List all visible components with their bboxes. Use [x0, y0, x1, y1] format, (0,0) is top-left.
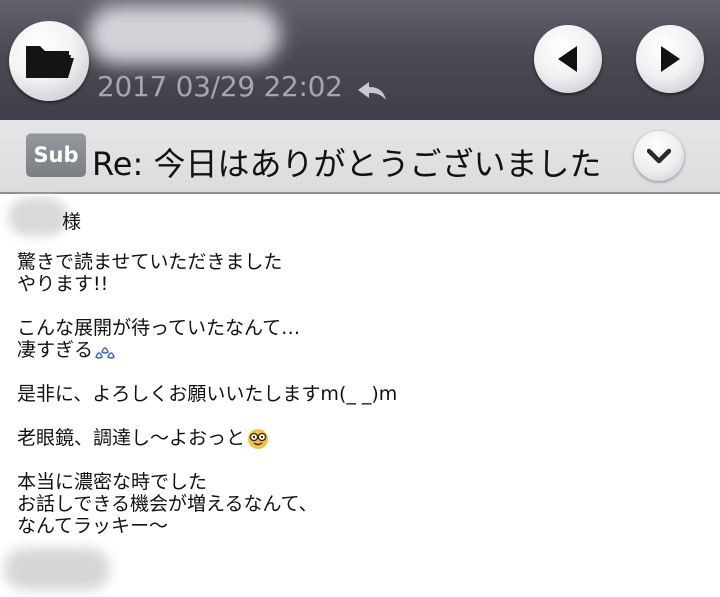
- message-header: 2017 03/29 22:02: [0, 0, 720, 120]
- next-message-button[interactable]: [636, 25, 704, 93]
- recipient-name-blurred: [8, 198, 68, 236]
- message-datetime: 2017 03/29 22:02: [97, 70, 343, 103]
- subject-badge: Sub: [26, 133, 86, 177]
- folder-button[interactable]: [9, 21, 89, 101]
- message-line: 本当に濃密な時でした: [17, 471, 208, 493]
- signature-blurred: [4, 548, 110, 590]
- previous-message-button[interactable]: [534, 25, 602, 93]
- glasses-face-icon: [248, 428, 269, 449]
- chevron-down-icon: [647, 148, 671, 164]
- message-line: 凄すぎる: [17, 339, 94, 361]
- sender-name-blurred: [88, 6, 280, 64]
- message-line: 老眼鏡、調達し〜よおっと: [17, 427, 246, 449]
- message-line-with-emoji: 老眼鏡、調達し〜よおっと: [17, 427, 397, 449]
- message-body: 驚きで読ませていただきました やります!! こんな展開が待っていたなんて… 凄す…: [17, 251, 397, 537]
- expand-subject-button[interactable]: [634, 131, 684, 181]
- message-line: 是非に、よろしくお願いいたしますm(_ _)m: [17, 383, 398, 405]
- folder-icon: [26, 46, 74, 78]
- reply-arrow-icon: [358, 82, 386, 100]
- message-line: こんな展開が待っていたなんて…: [17, 317, 301, 339]
- sweat-drops-icon: [95, 346, 115, 359]
- triangle-left-icon: [558, 46, 577, 72]
- salutation-suffix: 様: [62, 211, 82, 233]
- triangle-right-icon: [661, 46, 680, 72]
- message-line: やります!!: [17, 273, 109, 295]
- message-line: 驚きで読ませていただきました: [17, 251, 283, 273]
- subject-text: Re: 今日はありがとうございました: [92, 145, 602, 183]
- message-line: なんてラッキー〜: [17, 515, 169, 537]
- message-line-with-emoji: 凄すぎる: [17, 339, 397, 361]
- message-line: お話しできる機会が増えるなんて、: [17, 493, 318, 515]
